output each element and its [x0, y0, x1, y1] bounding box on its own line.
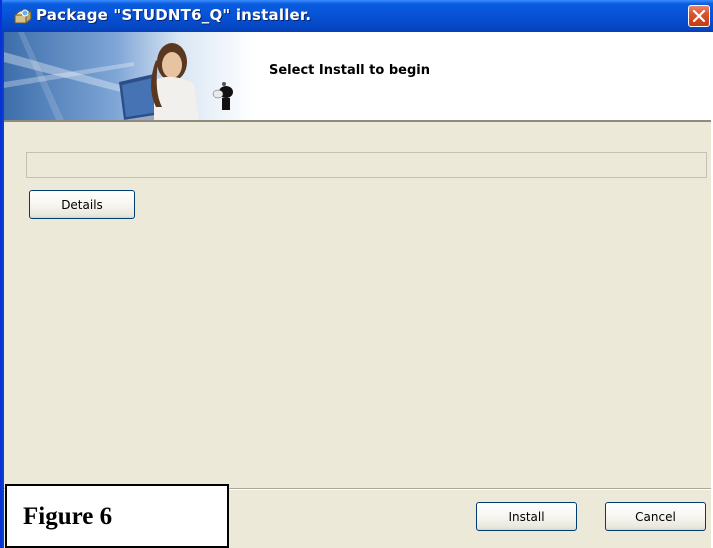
cancel-button[interactable]: Cancel	[605, 502, 706, 531]
figure-caption: Figure 6	[23, 503, 113, 530]
installer-window: Package "STUDNT6_Q" installer. Select In…	[0, 0, 713, 548]
close-button[interactable]	[688, 5, 710, 27]
progress-bar	[26, 152, 707, 178]
title-bar[interactable]: Package "STUDNT6_Q" installer.	[2, 0, 713, 32]
install-button[interactable]: Install	[476, 502, 577, 531]
details-button[interactable]: Details	[29, 190, 135, 219]
installer-package-icon	[13, 8, 33, 25]
woman-with-laptop-banner	[4, 32, 254, 120]
window-title: Package "STUDNT6_Q" installer.	[36, 6, 312, 24]
installer-banner: Select Install to begin	[4, 32, 711, 122]
install-instruction: Select Install to begin	[269, 63, 430, 78]
figure-caption-box: Figure 6	[5, 484, 229, 548]
close-icon	[693, 10, 705, 22]
